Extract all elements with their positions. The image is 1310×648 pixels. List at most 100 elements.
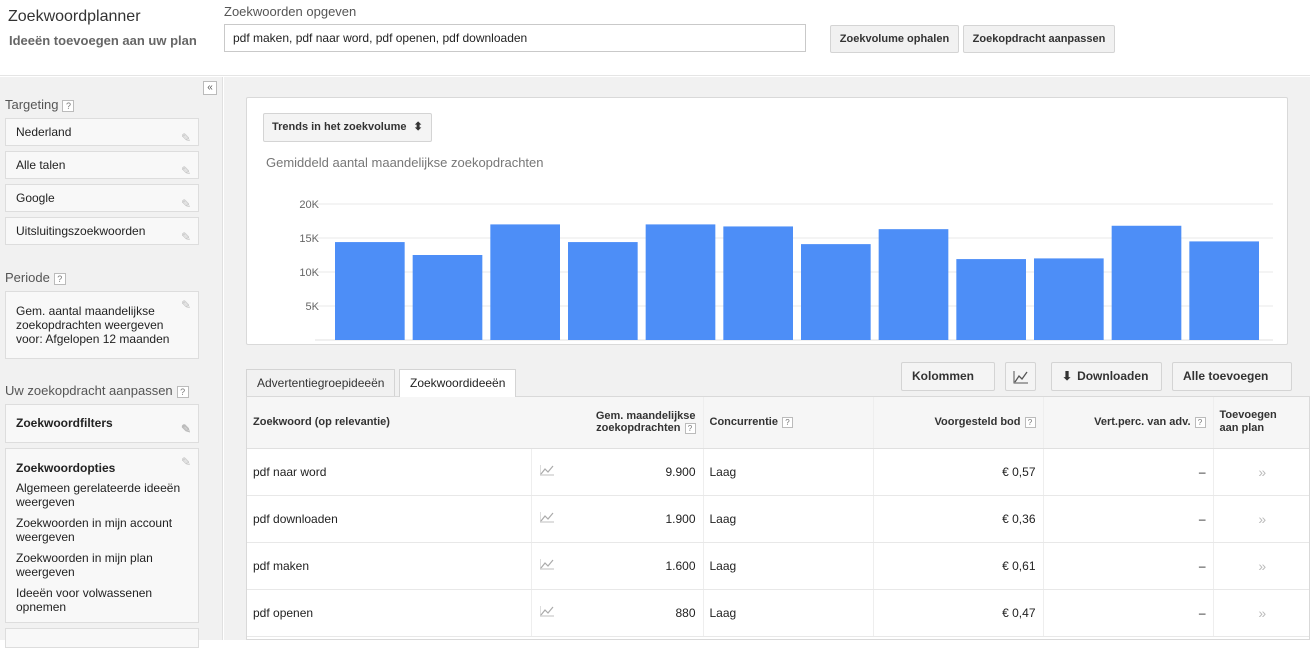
keyword-filters[interactable]: Zoekwoordfilters✎ (5, 404, 199, 443)
download-icon: ⬇ (1062, 369, 1072, 383)
y-tick-label: 10K (299, 267, 319, 279)
header-ad-share-label: Vert.perc. van adv. (1094, 416, 1190, 428)
cell-competition: Laag (703, 542, 873, 589)
keywords-label: Zoekwoorden opgeven (224, 4, 356, 19)
chart-bar[interactable] (568, 242, 638, 340)
pencil-icon[interactable]: ✎ (181, 125, 191, 152)
keywords-input[interactable] (224, 24, 806, 52)
trend-chart-icon[interactable] (531, 542, 563, 589)
targeting-negative-keywords[interactable]: Uitsluitingszoekwoorden✎ (5, 217, 199, 245)
add-to-plan-icon[interactable]: » (1213, 495, 1310, 542)
next-sidebar-box[interactable] (5, 628, 199, 648)
trend-chart-icon[interactable] (531, 448, 563, 495)
keyword-options-label: Zoekwoordopties (16, 461, 188, 475)
cell-ad-share: – (1043, 448, 1213, 495)
cell-bid: € 0,57 (873, 448, 1043, 495)
table-row: pdf naar word9.900Laag€ 0,57–» (247, 448, 1310, 495)
help-icon[interactable]: ? (1195, 417, 1206, 428)
app-subtitle: Ideeën toevoegen aan uw plan (9, 33, 197, 48)
header-bid-label: Voorgesteld bod (935, 416, 1021, 428)
chart-bar[interactable] (335, 242, 405, 340)
cell-ad-share: – (1043, 542, 1213, 589)
chart-icon (1006, 363, 1035, 390)
keyword-options[interactable]: Zoekwoordopties ✎ Algemeen gerelateerde … (5, 448, 199, 623)
header-volume[interactable]: Gem. maandelijkse zoekopdrachten? (563, 397, 703, 448)
y-tick-label: 15K (299, 233, 319, 245)
trend-dropdown[interactable]: Trends in het zoekvolume ⬍ (263, 113, 432, 142)
chart-bar[interactable] (1189, 241, 1259, 340)
tab-ad-group-ideas[interactable]: Advertentiegroepideeën (246, 369, 395, 396)
targeting-title-text: Targeting (5, 97, 58, 112)
targeting-language[interactable]: Alle talen✎ (5, 151, 199, 179)
columns-label: Kolommen (912, 369, 974, 383)
cell-competition: Laag (703, 589, 873, 636)
help-icon[interactable]: ? (1025, 417, 1036, 428)
pencil-icon[interactable]: ✎ (181, 455, 191, 469)
chart-bar[interactable] (956, 259, 1026, 340)
targeting-negative-keywords-label: Uitsluitingszoekwoorden (16, 224, 145, 238)
help-icon[interactable]: ? (54, 273, 66, 285)
header-keyword[interactable]: Zoekwoord (op relevantie) (247, 397, 563, 448)
table-row: pdf downloaden1.900Laag€ 0,36–» (247, 495, 1310, 542)
help-icon[interactable]: ? (782, 417, 793, 428)
table-row: pdf maken1.600Laag€ 0,61–» (247, 542, 1310, 589)
targeting-network-label: Google (16, 191, 55, 205)
pencil-icon[interactable]: ✎ (181, 224, 191, 251)
download-button[interactable]: ⬇Downloaden (1051, 362, 1162, 391)
pencil-icon[interactable]: ✎ (181, 298, 191, 312)
header-bid[interactable]: Voorgesteld bod? (873, 397, 1043, 448)
option-in-plan: Zoekwoorden in mijn plan weergeven (16, 551, 188, 579)
chart-bar[interactable] (1034, 258, 1104, 340)
chart-bar[interactable] (413, 255, 483, 340)
add-to-plan-icon[interactable]: » (1213, 589, 1310, 636)
header-competition-label: Concurrentie (710, 416, 778, 428)
targeting-section-title: Targeting? (5, 97, 74, 112)
help-icon[interactable]: ? (685, 423, 696, 434)
chart-bar[interactable] (879, 229, 949, 340)
add-to-plan-icon[interactable]: » (1213, 542, 1310, 589)
cell-keyword: pdf naar word (247, 448, 531, 495)
trend-dropdown-label: Trends in het zoekvolume (272, 121, 406, 133)
cell-keyword: pdf openen (247, 589, 531, 636)
targeting-location[interactable]: Nederland✎ (5, 118, 199, 146)
header-volume-line2: zoekopdrachten (596, 422, 680, 434)
period-text: Gem. aantal maandelijkse zoekopdrachten … (16, 304, 176, 346)
y-tick-label: 5K (306, 301, 320, 313)
pencil-icon[interactable]: ✎ (181, 191, 191, 218)
chart-bar[interactable] (723, 226, 793, 340)
get-search-volume-button[interactable]: Zoekvolume ophalen (830, 25, 959, 53)
chart-bar[interactable] (646, 224, 716, 340)
targeting-network[interactable]: Google✎ (5, 184, 199, 212)
header-ad-share[interactable]: Vert.perc. van adv.? (1043, 397, 1213, 448)
chart-bar[interactable] (490, 224, 560, 340)
period-title-text: Periode (5, 270, 50, 285)
header: Zoekwoordplanner Ideeën toevoegen aan uw… (0, 0, 1310, 76)
trend-chart-icon[interactable] (531, 495, 563, 542)
chart-bar[interactable] (1112, 226, 1182, 340)
trend-chart-icon[interactable] (531, 589, 563, 636)
help-icon[interactable]: ? (177, 386, 189, 398)
header-volume-line1: Gem. maandelijkse (563, 410, 696, 422)
columns-dropdown[interactable]: Kolommen ▼ (901, 362, 995, 391)
cell-volume: 880 (563, 589, 703, 636)
volume-bar-chart: 5K10K15K20Knov. 2014janmrtmeijulokt. 201… (247, 168, 1287, 343)
cell-ad-share: – (1043, 495, 1213, 542)
chart-bar[interactable] (801, 244, 871, 340)
collapse-sidebar-icon[interactable]: « (203, 81, 217, 95)
add-to-plan-icon[interactable]: » (1213, 448, 1310, 495)
add-all-button[interactable]: Alle toevoegen (4) (1172, 362, 1292, 391)
header-competition[interactable]: Concurrentie? (703, 397, 873, 448)
pencil-icon[interactable]: ✎ (181, 158, 191, 185)
help-icon[interactable]: ? (62, 100, 74, 112)
chart-toggle-button[interactable] (1005, 362, 1036, 391)
cell-volume: 1.600 (563, 542, 703, 589)
sidebar: « Targeting? Nederland✎ Alle talen✎ Goog… (0, 77, 223, 640)
chart-card: Trends in het zoekvolume ⬍ Gemiddeld aan… (246, 97, 1288, 345)
pencil-icon[interactable]: ✎ (181, 411, 191, 448)
period-box[interactable]: Gem. aantal maandelijkse zoekopdrachten … (5, 291, 199, 359)
cell-bid: € 0,36 (873, 495, 1043, 542)
targeting-location-label: Nederland (16, 125, 71, 139)
app-title: Zoekwoordplanner (8, 8, 141, 26)
modify-search-button[interactable]: Zoekopdracht aanpassen (963, 25, 1115, 53)
tab-keyword-ideas[interactable]: Zoekwoordideeën (399, 369, 516, 397)
